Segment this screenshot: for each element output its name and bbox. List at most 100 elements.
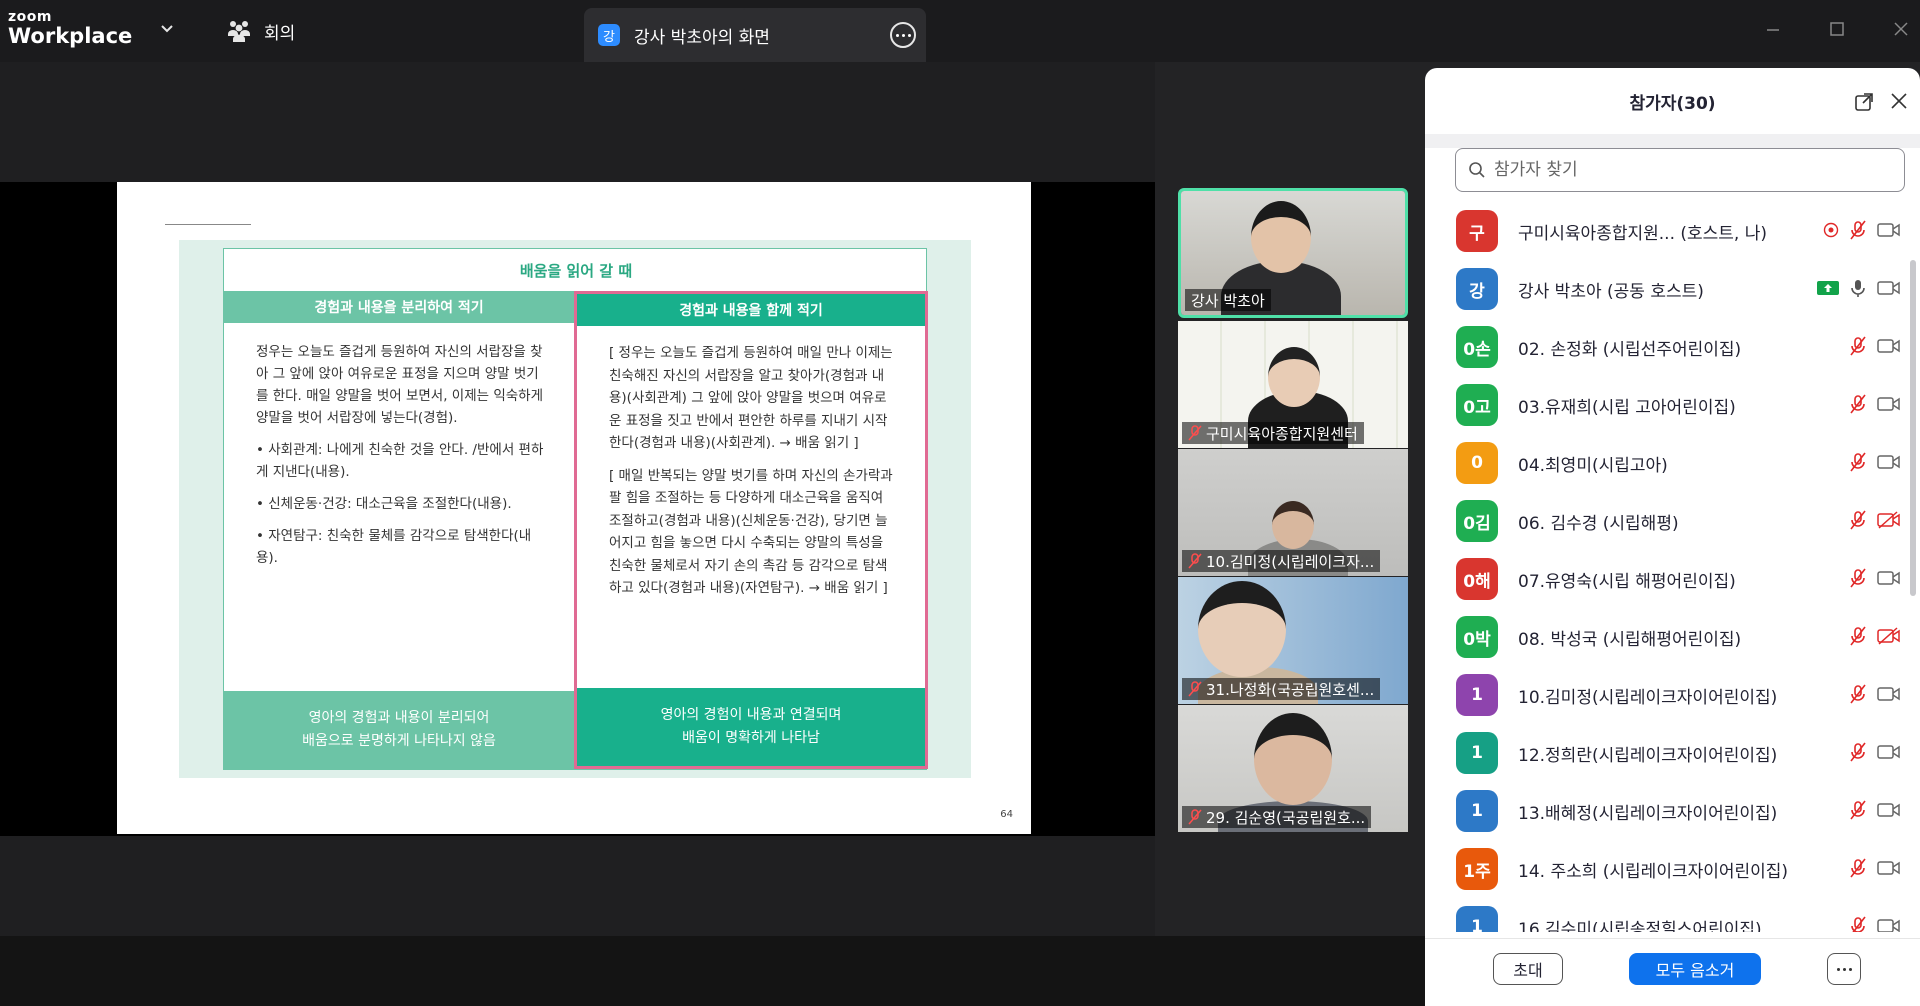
video-tile[interactable]: 강사 박초아 — [1178, 188, 1408, 318]
participant-name: 14. 주소희 (시립레이크자이어린이집) — [1518, 861, 1789, 882]
participants-header: 참가자(30) — [1425, 68, 1920, 134]
participant-row[interactable]: 0박 08. 박성국 (시립해평어린이집) — [1425, 608, 1905, 666]
participant-status — [1817, 278, 1901, 298]
mic-muted-icon[interactable] — [1849, 800, 1867, 820]
video-icon[interactable] — [1877, 917, 1901, 932]
mic-muted-icon[interactable] — [1849, 336, 1867, 356]
participant-row[interactable]: 0김 06. 김수경 (시립해평) — [1425, 492, 1905, 550]
title-bar: zoom Workplace 회의 강 강사 박초아의 화면 — [0, 0, 1920, 62]
participant-avatar: 0고 — [1456, 384, 1498, 426]
mic-muted-icon — [1188, 553, 1202, 569]
participant-avatar: 0 — [1456, 442, 1498, 484]
mic-muted-icon[interactable] — [1849, 684, 1867, 704]
video-tile[interactable]: 구미시육아종합지원센터 — [1178, 321, 1408, 448]
participant-row[interactable]: 0 04.최영미(시립고아) — [1425, 434, 1905, 492]
chevron-down-icon[interactable] — [158, 20, 176, 38]
minimize-icon[interactable] — [1758, 14, 1788, 44]
slide-divider — [165, 224, 251, 225]
participant-status — [1823, 220, 1901, 240]
participants-title: 참가자(30) — [1629, 93, 1716, 114]
participant-name: 12.정희란(시립레이크자이어린이집) — [1518, 745, 1778, 766]
participant-avatar: 0김 — [1456, 500, 1498, 542]
video-tile[interactable]: 29. 김순영(국공립원호... — [1178, 705, 1408, 832]
mic-muted-icon[interactable] — [1849, 742, 1867, 762]
participant-name: 03.유재희(시립 고아어린이집) — [1518, 397, 1736, 418]
video-icon[interactable] — [1877, 395, 1901, 413]
maximize-icon[interactable] — [1822, 14, 1852, 44]
video-off-icon[interactable] — [1877, 627, 1901, 645]
participant-name: 13.배혜정(시립레이크자이어린이집) — [1518, 803, 1778, 824]
video-icon[interactable] — [1877, 743, 1901, 761]
participant-status — [1849, 568, 1901, 588]
participant-row[interactable]: 0해 07.유영숙(시립 해평어린이집) — [1425, 550, 1905, 608]
video-icon[interactable] — [1877, 279, 1901, 297]
participant-avatar: 1주 — [1456, 848, 1498, 890]
participant-row[interactable]: 구 구미시육아종합지원... (호스트, 나) — [1425, 202, 1905, 260]
participant-row[interactable]: 1 10.김미정(시립레이크자이어린이집) — [1425, 666, 1905, 724]
meeting-nav[interactable]: 회의 — [226, 18, 295, 44]
left-column-body: 정우는 오늘도 즐겁게 등원하여 자신의 서랍장을 찾아 그 앞에 앉아 여유로… — [224, 323, 574, 569]
participant-name: 10.김미정(시립레이크자이어린이집) — [1518, 687, 1778, 708]
video-icon[interactable] — [1877, 569, 1901, 587]
invite-button[interactable]: 초대 — [1493, 953, 1563, 985]
video-icon[interactable] — [1877, 453, 1901, 471]
shared-screen[interactable]: 배움을 읽어 갈 때 경험과 내용을 분리하여 적기 정우는 오늘도 즐겁게 등… — [0, 182, 1155, 836]
video-tile[interactable]: 10.김미정(시립레이크자... — [1178, 449, 1408, 576]
participant-row[interactable]: 1 16.김수미(시립송정힐스어린이집) — [1425, 898, 1905, 932]
video-off-icon[interactable] — [1877, 511, 1901, 529]
mute-all-button[interactable]: 모두 음소거 — [1629, 953, 1761, 985]
participant-name: 02. 손정화 (시립선주어린이집) — [1518, 339, 1742, 360]
participant-name: 07.유영숙(시립 해평어린이집) — [1518, 571, 1736, 592]
app-logo: zoom Workplace — [8, 10, 132, 47]
mic-muted-icon[interactable] — [1849, 568, 1867, 588]
close-window-icon[interactable] — [1886, 14, 1916, 44]
mic-muted-icon[interactable] — [1849, 510, 1867, 530]
participant-list[interactable]: 구 구미시육아종합지원... (호스트, 나) 강 강사 박초아 (공동 호스트) 0손… — [1425, 202, 1905, 932]
right-column-head: 경험과 내용을 함께 적기 — [577, 294, 925, 326]
right-column-body: [ 정우는 오늘도 즐겁게 등원하여 매일 만나 이제는 친숙해진 자신의 서랍… — [577, 326, 925, 600]
search-input[interactable] — [1494, 160, 1874, 180]
participant-avatar: 1 — [1456, 790, 1498, 832]
screen-share-tab[interactable]: 강 강사 박초아의 화면 — [584, 8, 926, 62]
participant-row[interactable]: 1 13.배혜정(시립레이크자이어린이집) — [1425, 782, 1905, 840]
close-panel-icon[interactable] — [1890, 92, 1908, 110]
mic-muted-icon[interactable] — [1849, 858, 1867, 878]
video-icon[interactable] — [1877, 685, 1901, 703]
more-options-icon[interactable] — [890, 22, 916, 48]
participant-name: 04.최영미(시립고아) — [1518, 455, 1668, 476]
participant-row[interactable]: 0손 02. 손정화 (시립선주어린이집) — [1425, 318, 1905, 376]
mic-muted-icon[interactable] — [1849, 220, 1867, 240]
panel-separator — [1425, 134, 1920, 148]
left-bullet-3: • 자연탐구: 친숙한 물체를 감각으로 탐색한다(내용). — [256, 528, 532, 566]
brand-big: Workplace — [8, 24, 133, 48]
mic-muted-icon[interactable] — [1849, 916, 1867, 932]
participant-row[interactable]: 1주 14. 주소희 (시립레이크자이어린이집) — [1425, 840, 1905, 898]
participant-status — [1849, 394, 1901, 414]
video-icon[interactable] — [1877, 221, 1901, 239]
recording-icon — [1823, 222, 1839, 238]
participant-row[interactable]: 강 강사 박초아 (공동 호스트) — [1425, 260, 1905, 318]
video-tile[interactable]: 31.나정화(국공립원호센... — [1178, 577, 1408, 704]
more-icon[interactable] — [1827, 953, 1861, 985]
video-icon[interactable] — [1877, 801, 1901, 819]
right-paragraph-2: [ 매일 반복되는 양말 벗기를 하며 자신의 손가락과 팔 힘을 조절하는 등… — [609, 467, 893, 597]
participant-row[interactable]: 0고 03.유재희(시립 고아어린이집) — [1425, 376, 1905, 434]
participant-search[interactable] — [1455, 148, 1905, 192]
participants-panel: 참가자(30) 구 구미시육아종합지원... (호스트, 나) 강 강사 박초아 (공… — [1425, 68, 1920, 1006]
right-column: 경험과 내용을 함께 적기 [ 정우는 오늘도 즐겁게 등원하여 매일 만나 이… — [574, 291, 928, 769]
mic-muted-icon[interactable] — [1849, 452, 1867, 472]
pop-out-icon[interactable] — [1854, 92, 1874, 112]
mic-icon[interactable] — [1849, 278, 1867, 298]
participant-avatar: 강 — [1456, 268, 1498, 310]
participant-avatar: 1 — [1456, 906, 1498, 932]
video-tile-name: 구미시육아종합지원센터 — [1182, 422, 1364, 444]
participant-name: 강사 박초아 (공동 호스트) — [1518, 281, 1704, 302]
video-icon[interactable] — [1877, 337, 1901, 355]
participant-row[interactable]: 1 12.정희란(시립레이크자이어린이집) — [1425, 724, 1905, 782]
mic-muted-icon[interactable] — [1849, 394, 1867, 414]
scrollbar[interactable] — [1910, 260, 1916, 596]
video-icon[interactable] — [1877, 859, 1901, 877]
participant-avatar: 1 — [1456, 674, 1498, 716]
mic-muted-icon[interactable] — [1849, 626, 1867, 646]
video-tile-name: 10.김미정(시립레이크자... — [1182, 550, 1381, 572]
